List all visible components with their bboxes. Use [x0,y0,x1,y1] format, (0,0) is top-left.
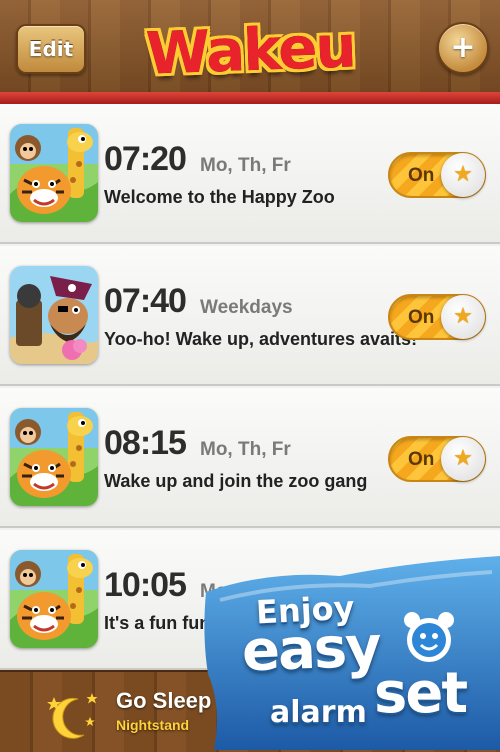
zoo-theme-thumbnail [10,408,98,506]
app-logo: Wakeu [145,8,356,92]
alarm-row[interactable]: 07:20 Mo, Th, Fr Welcome to the Happy Zo… [0,104,500,244]
alarm-days: Mo, Th, Fr [200,439,291,460]
alarm-message: Wake up and join the zoo gang [104,471,368,491]
zoo-theme-thumbnail [10,124,98,222]
star-icon: ★ [453,304,473,329]
alarm-time: 07:20 [104,140,187,178]
star-icon: ★ [453,162,473,187]
alarm-row[interactable]: 08:15 Mo, Th, Fr Wake up and join the zo… [0,388,500,528]
nightstand-label: Nightstand [116,717,190,733]
toggle-label: On [408,165,435,186]
toggle-knob[interactable]: ★ [441,437,485,481]
alarm-clock-icon [400,608,458,666]
promo-line-easy: easy [240,614,381,685]
promo-banner: Enjoy easy alarm set [200,556,500,750]
pirate-theme-thumbnail [10,266,98,364]
header-divider [0,92,500,104]
promo-line-alarm: alarm [270,695,367,730]
alarm-message: Yoo-ho! Wake up, adventures avaits! [104,329,418,349]
logo-text: Wakeu [144,12,356,88]
alarm-time: 08:15 [104,424,187,462]
add-alarm-button[interactable]: + [437,22,489,74]
go-sleep-label[interactable]: Go Sleep [116,690,211,712]
alarm-time: 07:40 [104,282,187,320]
alarm-message: Welcome to the Happy Zoo [104,187,335,207]
toggle-label: On [408,449,435,470]
toggle-knob[interactable]: ★ [441,295,485,339]
alarm-time: 10:05 [104,566,187,604]
plus-icon: + [450,30,476,65]
promo-line-set: set [374,661,468,726]
alarm-toggle[interactable]: On ★ [388,152,486,198]
alarm-days: Weekdays [200,297,293,318]
star-icon: ★ [453,446,473,471]
alarm-days: Mo, Th, Fr [200,155,291,176]
toggle-label: On [408,307,435,328]
toggle-knob[interactable]: ★ [441,153,485,197]
moon-stars-icon[interactable] [44,687,104,742]
edit-button-label: Edit [28,37,74,61]
edit-button[interactable]: Edit [16,24,86,74]
zoo-theme-thumbnail [10,550,98,648]
alarm-toggle[interactable]: On ★ [388,294,486,340]
alarm-toggle[interactable]: On ★ [388,436,486,482]
alarm-row[interactable]: 07:40 Weekdays Yoo-ho! Wake up, adventur… [0,246,500,386]
